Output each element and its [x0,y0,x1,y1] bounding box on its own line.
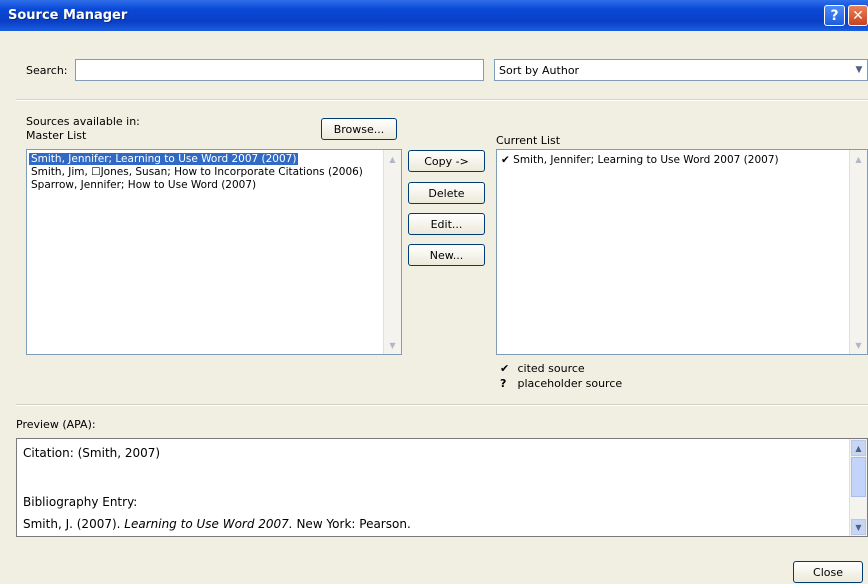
copy-button-label: Copy -> [424,154,469,168]
preview-citation: Citation: (Smith, 2007) [23,446,161,460]
scroll-up-icon[interactable]: ▲ [385,151,400,167]
current-list-scrollbar[interactable]: ▲ ▼ [849,150,867,354]
sources-available-label: Sources available in: [26,115,140,128]
current-list[interactable]: ✔ Smith, Jennifer; Learning to Use Word … [496,149,868,355]
legend-placeholder: ? placeholder source [500,377,622,390]
edit-button-label: Edit... [430,217,463,231]
entry-title: Learning to Use Word 2007. [124,517,293,531]
current-list-item-text: Smith, Jennifer; Learning to Use Word 20… [513,154,779,166]
scroll-down-icon[interactable]: ▼ [851,519,866,535]
preview-label: Preview (APA): [16,418,96,431]
scroll-down-icon[interactable]: ▼ [385,337,400,353]
question-icon: ? [830,7,839,24]
master-list-item[interactable]: Smith, Jennifer; Learning to Use Word 20… [29,153,299,165]
scroll-down-icon[interactable]: ▼ [851,337,866,353]
chevron-down-icon[interactable]: ▼ [851,60,867,80]
divider [16,99,868,101]
search-label: Search: [26,64,68,77]
close-window-button[interactable]: ✕ [848,5,868,26]
close-icon: ✕ [852,7,864,24]
entry-publisher: New York: Pearson. [292,517,411,531]
new-button-label: New... [429,248,464,262]
search-input[interactable] [75,59,484,81]
master-list-scrollbar[interactable]: ▲ ▼ [383,150,401,354]
delete-button[interactable]: Delete [408,182,485,204]
preview-bibliography-heading: Bibliography Entry: [23,495,138,509]
window-title: Source Manager [8,8,128,23]
preview-bibliography-entry: Smith, J. (2007). Learning to Use Word 2… [23,517,411,531]
browse-button[interactable]: Browse... [321,118,397,140]
entry-author: Smith, J. (2007). [23,517,125,531]
title-bar[interactable]: Source Manager ? ✕ [0,0,868,31]
scroll-up-icon[interactable]: ▲ [851,440,866,456]
legend-cited: ✔ cited source [500,362,585,375]
browse-button-label: Browse... [333,122,385,136]
preview-scrollbar[interactable]: ▲ ▼ [849,439,867,536]
copy-button[interactable]: Copy -> [408,150,485,172]
sort-selected-value: Sort by Author [499,64,580,77]
preview-pane[interactable]: Citation: (Smith, 2007) Bibliography Ent… [16,438,868,537]
divider [16,404,868,406]
close-button[interactable]: Close [793,561,863,583]
current-list-item[interactable]: ✔ Smith, Jennifer; Learning to Use Word … [499,154,781,166]
sort-dropdown[interactable]: Sort by Author ▼ [494,59,868,81]
master-list-item[interactable]: Smith, Jim, ☐Jones, Susan; How to Incorp… [29,166,365,178]
legend-cited-label: cited source [517,362,585,375]
help-button[interactable]: ? [824,5,845,26]
master-list-label: Master List [26,129,87,142]
edit-button[interactable]: Edit... [408,213,485,235]
scroll-thumb[interactable] [851,457,866,497]
new-button[interactable]: New... [408,244,485,266]
master-list[interactable]: Smith, Jennifer; Learning to Use Word 20… [26,149,402,355]
question-icon: ? [500,377,507,390]
check-icon: ✔ [500,362,510,375]
scroll-up-icon[interactable]: ▲ [851,151,866,167]
legend-placeholder-label: placeholder source [517,377,623,390]
close-button-label: Close [813,565,843,579]
master-list-item[interactable]: Sparrow, Jennifer; How to Use Word (2007… [29,179,258,191]
delete-button-label: Delete [428,186,465,200]
current-list-label: Current List [496,134,561,147]
check-icon: ✔ [501,154,510,166]
source-manager-dialog: Source Manager ? ✕ Search: Sort by Autho… [0,0,868,584]
